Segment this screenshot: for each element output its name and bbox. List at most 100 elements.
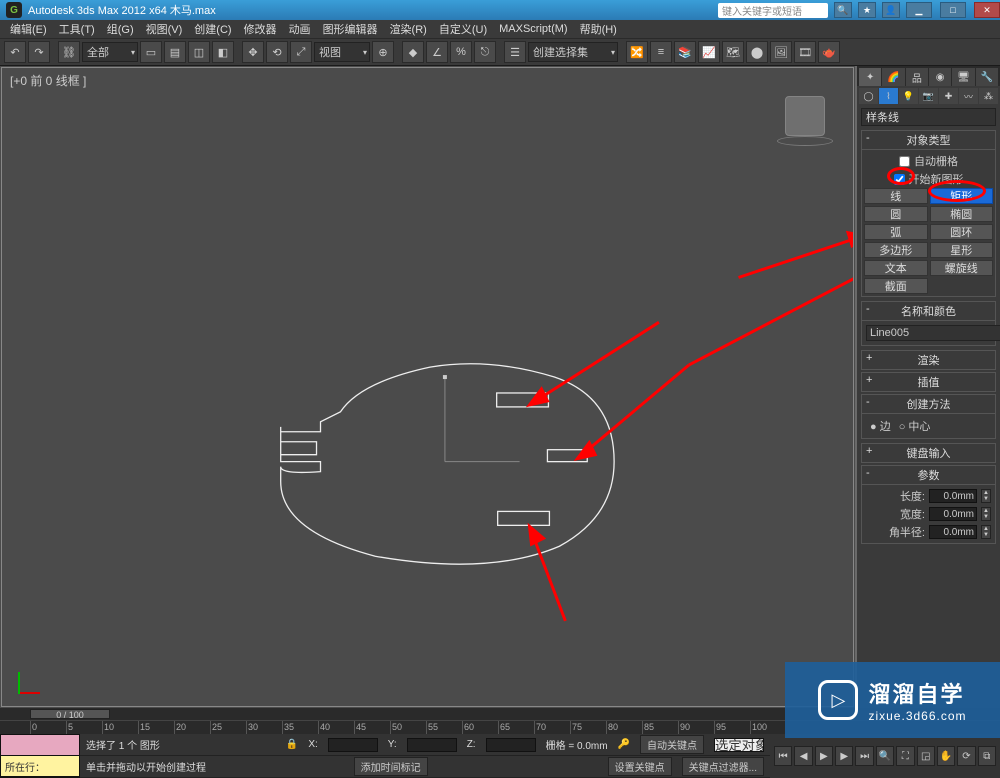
- render-frame-button[interactable]: 🎞: [794, 41, 816, 63]
- btn-arc[interactable]: 弧: [864, 224, 928, 240]
- pan-button[interactable]: ✋: [937, 746, 955, 766]
- btn-star[interactable]: 星形: [930, 242, 994, 258]
- orbit-button[interactable]: ⟳: [957, 746, 975, 766]
- curve-editor-button[interactable]: 📈: [698, 41, 720, 63]
- next-frame-button[interactable]: ▶: [835, 746, 853, 766]
- redo-button[interactable]: ↷: [28, 41, 50, 63]
- cat-systems[interactable]: ⁂: [979, 88, 998, 104]
- key-selset-input[interactable]: [714, 738, 764, 752]
- spinner-snap-button[interactable]: ⎋: [474, 41, 496, 63]
- rotate-button[interactable]: ⟲: [266, 41, 288, 63]
- btn-donut[interactable]: 圆环: [930, 224, 994, 240]
- search-icon[interactable]: 🔍: [834, 2, 852, 18]
- goto-end-button[interactable]: ⏭: [855, 746, 873, 766]
- select-button[interactable]: ▭: [140, 41, 162, 63]
- ref-coord-dropdown[interactable]: 视图: [314, 42, 370, 62]
- maxmin-toggle-button[interactable]: ⧉: [978, 746, 996, 766]
- btn-text[interactable]: 文本: [864, 260, 928, 276]
- addtime-button[interactable]: 添加时间标记: [354, 757, 428, 776]
- snap-toggle-button[interactable]: ◆: [402, 41, 424, 63]
- signin-icon[interactable]: 👤: [882, 2, 900, 18]
- zoom-all-button[interactable]: ⛶: [896, 746, 914, 766]
- select-region-button[interactable]: ◫: [188, 41, 210, 63]
- viewport-front[interactable]: [+0 前 0 线框 ]: [1, 67, 854, 707]
- autogrid-checkbox[interactable]: [899, 156, 910, 167]
- rollout-rendering[interactable]: +渲染: [861, 350, 996, 370]
- render-setup-button[interactable]: 🖼: [770, 41, 792, 63]
- width-spinner[interactable]: ▲▼: [981, 507, 991, 521]
- method-center-radio[interactable]: ○ 中心: [899, 418, 931, 434]
- tab-motion[interactable]: ◉: [929, 68, 951, 86]
- autokey-button[interactable]: 自动关键点: [640, 735, 704, 754]
- rollout-interpolation[interactable]: +插值: [861, 372, 996, 392]
- tab-display[interactable]: 🖥: [952, 68, 974, 86]
- angle-snap-button[interactable]: ∠: [426, 41, 448, 63]
- menu-tools[interactable]: 工具(T): [53, 19, 101, 39]
- undo-button[interactable]: ↶: [4, 41, 26, 63]
- menu-animation[interactable]: 动画: [283, 19, 317, 39]
- cat-spacewarps[interactable]: 〰: [959, 88, 978, 104]
- key-icon[interactable]: 🔑: [618, 739, 630, 750]
- cat-shapes[interactable]: ⌇: [879, 88, 898, 104]
- pivot-button[interactable]: ⊕: [372, 41, 394, 63]
- named-selset-button[interactable]: ☰: [504, 41, 526, 63]
- move-button[interactable]: ✥: [242, 41, 264, 63]
- layer-manager-button[interactable]: 📚: [674, 41, 696, 63]
- material-editor-button[interactable]: ⬤: [746, 41, 768, 63]
- rollout-name-color[interactable]: -名称和颜色: [861, 301, 996, 321]
- schematic-view-button[interactable]: 🗺: [722, 41, 744, 63]
- coord-x-input[interactable]: [328, 738, 378, 752]
- goto-start-button[interactable]: ⏮: [774, 746, 792, 766]
- menu-grapheditors[interactable]: 图形编辑器: [317, 19, 384, 39]
- btn-section[interactable]: 截面: [864, 278, 928, 294]
- help-search-input[interactable]: 键入关键字或短语: [718, 3, 828, 18]
- btn-ngon[interactable]: 多边形: [864, 242, 928, 258]
- mirror-button[interactable]: 🔀: [626, 41, 648, 63]
- render-button[interactable]: 🫖: [818, 41, 840, 63]
- prev-frame-button[interactable]: ◀: [794, 746, 812, 766]
- coord-z-input[interactable]: [486, 738, 536, 752]
- zoom-button[interactable]: 🔍: [876, 746, 894, 766]
- percent-snap-button[interactable]: %: [450, 41, 472, 63]
- scale-button[interactable]: ⤢: [290, 41, 312, 63]
- zoom-ext-button[interactable]: ◲: [917, 746, 935, 766]
- script-listener[interactable]: 所在行：: [0, 734, 80, 778]
- cat-geometry[interactable]: ◯: [859, 88, 878, 104]
- rollout-parameters[interactable]: -参数: [861, 465, 996, 485]
- length-spinner[interactable]: ▲▼: [981, 489, 991, 503]
- menu-rendering[interactable]: 渲染(R): [384, 19, 433, 39]
- tab-utilities[interactable]: 🔧: [976, 68, 998, 86]
- object-name-input[interactable]: [866, 325, 1000, 341]
- width-input[interactable]: [929, 507, 977, 521]
- align-button[interactable]: ≡: [650, 41, 672, 63]
- btn-line[interactable]: 线: [864, 188, 928, 204]
- named-selset-dropdown[interactable]: 创建选择集: [528, 42, 618, 62]
- cat-lights[interactable]: 💡: [899, 88, 918, 104]
- rollout-object-type[interactable]: -对象类型: [861, 130, 996, 150]
- favorites-icon[interactable]: ★: [858, 2, 876, 18]
- shape-type-dropdown[interactable]: 样条线: [861, 108, 996, 126]
- maximize-button[interactable]: □: [940, 2, 966, 18]
- menu-group[interactable]: 组(G): [101, 19, 140, 39]
- btn-helix[interactable]: 螺旋线: [930, 260, 994, 276]
- time-slider-handle[interactable]: 0 / 100: [30, 709, 110, 719]
- lock-icon[interactable]: 🔒: [286, 739, 298, 750]
- method-edge-radio[interactable]: ● 边: [870, 418, 891, 434]
- btn-ellipse[interactable]: 椭圆: [930, 206, 994, 222]
- cat-cameras[interactable]: 📷: [919, 88, 938, 104]
- menu-edit[interactable]: 编辑(E): [4, 19, 53, 39]
- select-name-button[interactable]: ▤: [164, 41, 186, 63]
- selection-filter-dropdown[interactable]: 全部: [82, 42, 138, 62]
- tab-modify[interactable]: 🌈: [882, 68, 904, 86]
- menu-create[interactable]: 创建(C): [188, 19, 237, 39]
- close-button[interactable]: ✕: [974, 2, 1000, 18]
- cat-helpers[interactable]: ✚: [939, 88, 958, 104]
- play-button[interactable]: ▶: [815, 746, 833, 766]
- length-input[interactable]: [929, 489, 977, 503]
- tab-hierarchy[interactable]: 品: [906, 68, 928, 86]
- menu-modifiers[interactable]: 修改器: [238, 19, 283, 39]
- minimize-button[interactable]: ▁: [906, 2, 932, 18]
- corner-radius-input[interactable]: [929, 525, 977, 539]
- coord-y-input[interactable]: [407, 738, 457, 752]
- btn-circle[interactable]: 圆: [864, 206, 928, 222]
